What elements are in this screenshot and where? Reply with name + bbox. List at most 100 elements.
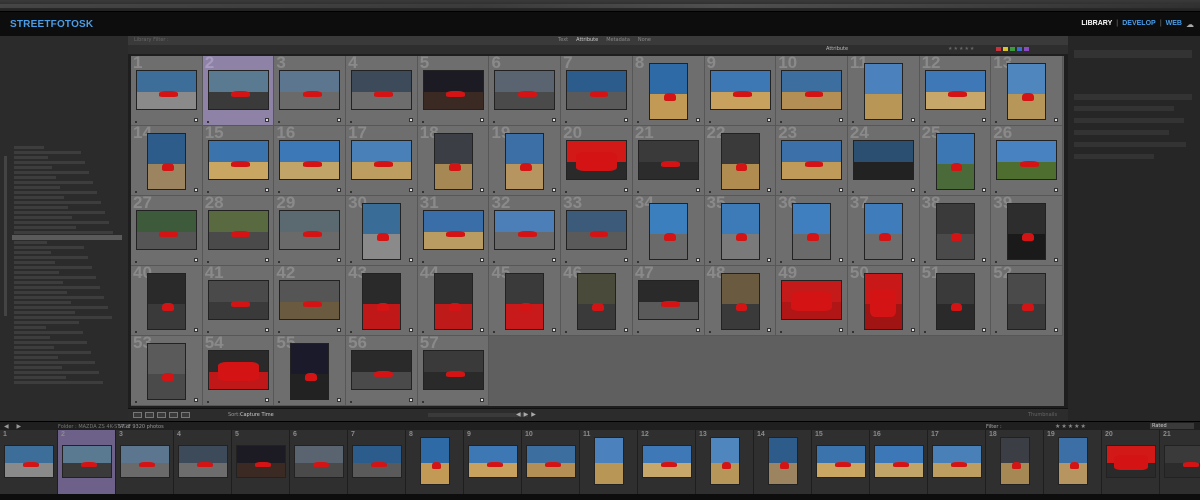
photo-thumbnail[interactable]	[648, 203, 688, 260]
filmstrip-cell[interactable]: 18	[986, 430, 1044, 494]
photo-thumbnail[interactable]	[362, 203, 402, 260]
pick-flag-icon[interactable]	[278, 121, 281, 123]
photo-thumbnail[interactable]	[207, 350, 269, 390]
photo-thumbnail[interactable]	[290, 343, 330, 400]
grid-cell[interactable]: 15	[202, 126, 275, 196]
photo-thumbnail[interactable]	[932, 445, 982, 478]
folder-list-item[interactable]	[14, 316, 112, 319]
people-view-button[interactable]	[181, 412, 190, 418]
folder-list-item[interactable]	[14, 171, 89, 174]
compare-view-button[interactable]	[157, 412, 166, 418]
right-panel-control[interactable]	[1074, 142, 1186, 147]
grid-cell[interactable]: 12	[919, 56, 992, 126]
pick-flag-icon[interactable]	[923, 331, 926, 333]
photo-thumbnail[interactable]	[637, 280, 699, 320]
filmstrip-cell[interactable]: 5	[232, 430, 290, 494]
grid-cell[interactable]: 31	[417, 196, 490, 266]
photo-thumbnail[interactable]	[816, 445, 866, 478]
folder-list-item[interactable]	[14, 356, 58, 359]
right-panel-control[interactable]	[1074, 50, 1192, 58]
pick-flag-icon[interactable]	[135, 121, 137, 123]
photo-thumbnail[interactable]	[147, 133, 186, 190]
photo-thumbnail[interactable]	[566, 210, 628, 250]
pick-flag-icon[interactable]	[350, 401, 353, 403]
pick-flag-icon[interactable]	[995, 191, 998, 193]
pick-flag-icon[interactable]	[135, 191, 137, 193]
grid-cell[interactable]: 37	[847, 196, 920, 266]
folder-list-item[interactable]	[14, 376, 66, 379]
folder-list-item[interactable]	[14, 256, 88, 259]
photo-thumbnail[interactable]	[637, 140, 699, 180]
folder-list-item[interactable]	[14, 186, 60, 189]
grid-cell[interactable]: 23	[776, 126, 848, 196]
folder-list-item[interactable]	[14, 161, 85, 164]
photo-thumbnail[interactable]	[62, 445, 112, 478]
filter-tab-none[interactable]: None	[638, 37, 651, 43]
photo-thumbnail[interactable]	[781, 70, 843, 110]
photo-thumbnail[interactable]	[720, 273, 760, 330]
grid-cell[interactable]: 36	[776, 196, 848, 266]
color-label-red[interactable]	[996, 47, 1001, 51]
photo-thumbnail[interactable]	[279, 140, 341, 180]
grid-cell[interactable]: 11	[847, 56, 920, 126]
grid-cell[interactable]: 43	[346, 266, 418, 336]
folder-list-item[interactable]	[14, 291, 67, 294]
folder-list-item[interactable]	[14, 336, 50, 339]
filmstrip-rating-stars[interactable]: ★★★★★	[1055, 423, 1087, 430]
right-panel-control[interactable]	[1074, 154, 1154, 159]
folder-list-item[interactable]	[14, 196, 64, 199]
pick-flag-icon[interactable]	[350, 261, 353, 263]
left-panel-scrollbar[interactable]	[4, 156, 7, 316]
photo-thumbnail[interactable]	[863, 273, 903, 330]
grid-cell[interactable]: 30	[346, 196, 418, 266]
photo-thumbnail[interactable]	[792, 203, 832, 260]
photo-thumbnail[interactable]	[505, 133, 545, 190]
photo-thumbnail[interactable]	[935, 133, 975, 190]
grid-cell[interactable]: 24	[847, 126, 920, 196]
grid-cell[interactable]: 51	[919, 266, 992, 336]
pick-flag-icon[interactable]	[851, 261, 854, 263]
pick-flag-icon[interactable]	[565, 331, 568, 333]
photo-thumbnail[interactable]	[279, 210, 341, 250]
photo-thumbnail[interactable]	[566, 70, 628, 110]
grid-cell[interactable]: 53	[131, 336, 203, 406]
folder-list-item[interactable]	[14, 361, 95, 364]
pick-flag-icon[interactable]	[421, 261, 424, 263]
color-label-purple[interactable]	[1024, 47, 1029, 51]
pick-flag-icon[interactable]	[780, 261, 783, 263]
folder-list-item[interactable]	[14, 286, 100, 289]
photo-thumbnail[interactable]	[351, 140, 413, 180]
grid-cell[interactable]: 22	[704, 126, 777, 196]
filmstrip-cell[interactable]: 20	[1102, 430, 1160, 494]
pick-flag-icon[interactable]	[350, 121, 353, 123]
photo-thumbnail[interactable]	[494, 70, 556, 110]
filmstrip-cell[interactable]: 12	[638, 430, 696, 494]
photo-thumbnail[interactable]	[1007, 203, 1047, 260]
filmstrip-cell[interactable]: 10	[522, 430, 580, 494]
grid-cell[interactable]: 26	[991, 126, 1063, 196]
photo-thumbnail[interactable]	[468, 445, 518, 478]
pick-flag-icon[interactable]	[565, 191, 568, 193]
pick-flag-icon[interactable]	[135, 261, 137, 263]
pick-flag-icon[interactable]	[493, 121, 496, 123]
folder-list-item[interactable]	[14, 371, 99, 374]
grid-cell[interactable]: 54	[202, 336, 275, 406]
folder-list-item[interactable]	[14, 216, 72, 219]
survey-view-button[interactable]	[169, 412, 178, 418]
rotate-and-play-controls[interactable]: ◀▶▶	[516, 411, 539, 418]
grid-cell[interactable]: 57	[417, 336, 490, 406]
pick-flag-icon[interactable]	[421, 401, 424, 403]
pick-flag-icon[interactable]	[636, 331, 639, 333]
photo-thumbnail[interactable]	[781, 280, 843, 320]
photo-thumbnail[interactable]	[852, 140, 914, 180]
pick-flag-icon[interactable]	[708, 331, 711, 333]
pick-flag-icon[interactable]	[278, 261, 281, 263]
photo-thumbnail[interactable]	[207, 280, 269, 320]
grid-cell[interactable]: 2	[202, 56, 275, 126]
folder-list-item[interactable]	[14, 221, 109, 224]
grid-cell[interactable]: 52	[991, 266, 1063, 336]
pick-flag-icon[interactable]	[636, 121, 639, 123]
pick-flag-icon[interactable]	[421, 191, 424, 193]
grid-cell[interactable]: 33	[561, 196, 633, 266]
pick-flag-icon[interactable]	[923, 261, 926, 263]
